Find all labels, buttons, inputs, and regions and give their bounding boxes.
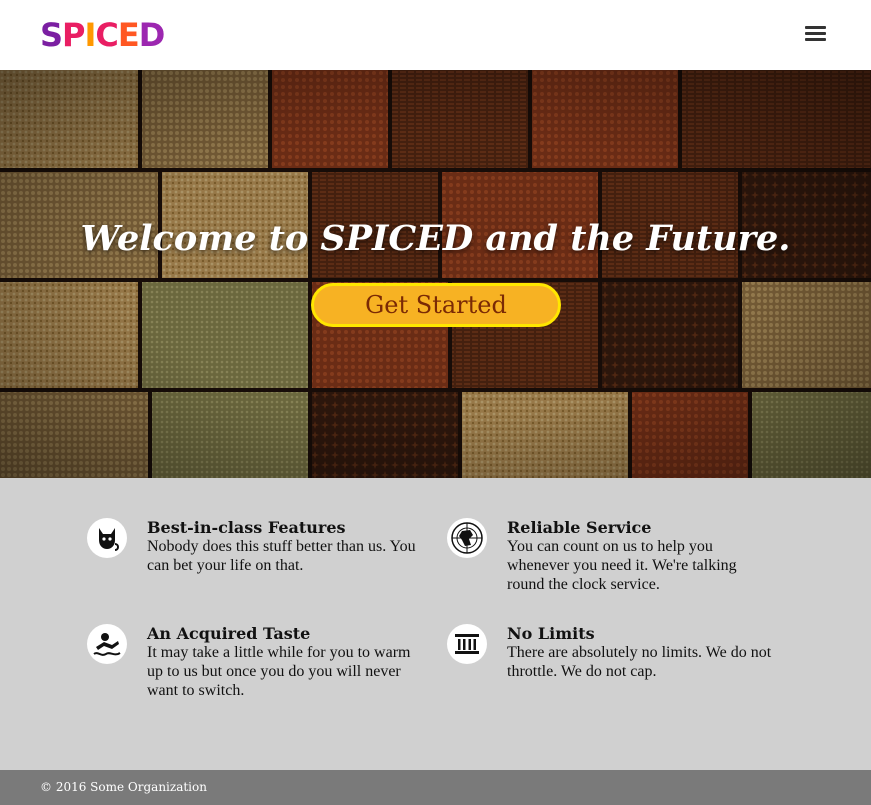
get-started-button[interactable]: Get Started <box>311 283 561 327</box>
feature-description: It may take a little while for you to wa… <box>147 644 411 699</box>
feature-title: Best-in-class Features <box>147 518 346 537</box>
feature-description: There are absolutely no limits. We do no… <box>507 644 772 680</box>
bank-icon <box>447 624 487 664</box>
logo-letter-c: C <box>95 16 119 54</box>
logo-letter-s: S <box>40 16 63 54</box>
feature-title: No Limits <box>507 624 595 643</box>
logo-letter-e: E <box>117 16 140 54</box>
site-header: S P I C E D <box>0 0 871 70</box>
feature-title: An Acquired Taste <box>147 624 311 643</box>
feature-description: You can count on us to help you whenever… <box>507 538 737 593</box>
cat-icon <box>87 518 127 558</box>
menu-bar <box>805 32 826 35</box>
feature-title: Reliable Service <box>507 518 652 537</box>
spiced-logo[interactable]: S P I C E D <box>40 16 166 54</box>
logo-letter-i: I <box>84 16 97 54</box>
swimmer-icon <box>87 624 127 664</box>
copyright-text: © 2016 Some Organization <box>40 780 207 794</box>
logo-letter-p: P <box>62 16 85 54</box>
globe-icon <box>447 518 487 558</box>
hero-title: Welcome to SPICED and the Future. <box>80 218 791 259</box>
features-section: Best-in-class Features Nobody does this … <box>0 478 871 770</box>
hamburger-menu-icon[interactable] <box>805 26 826 42</box>
site-footer: © 2016 Some Organization <box>0 770 871 805</box>
spices-background-image <box>0 70 871 478</box>
menu-bar <box>805 38 826 41</box>
logo-letter-d: D <box>138 16 166 54</box>
hero-banner: Welcome to SPICED and the Future. Get St… <box>0 70 871 478</box>
feature-description: Nobody does this stuff better than us. Y… <box>147 538 416 574</box>
menu-bar <box>805 26 826 29</box>
